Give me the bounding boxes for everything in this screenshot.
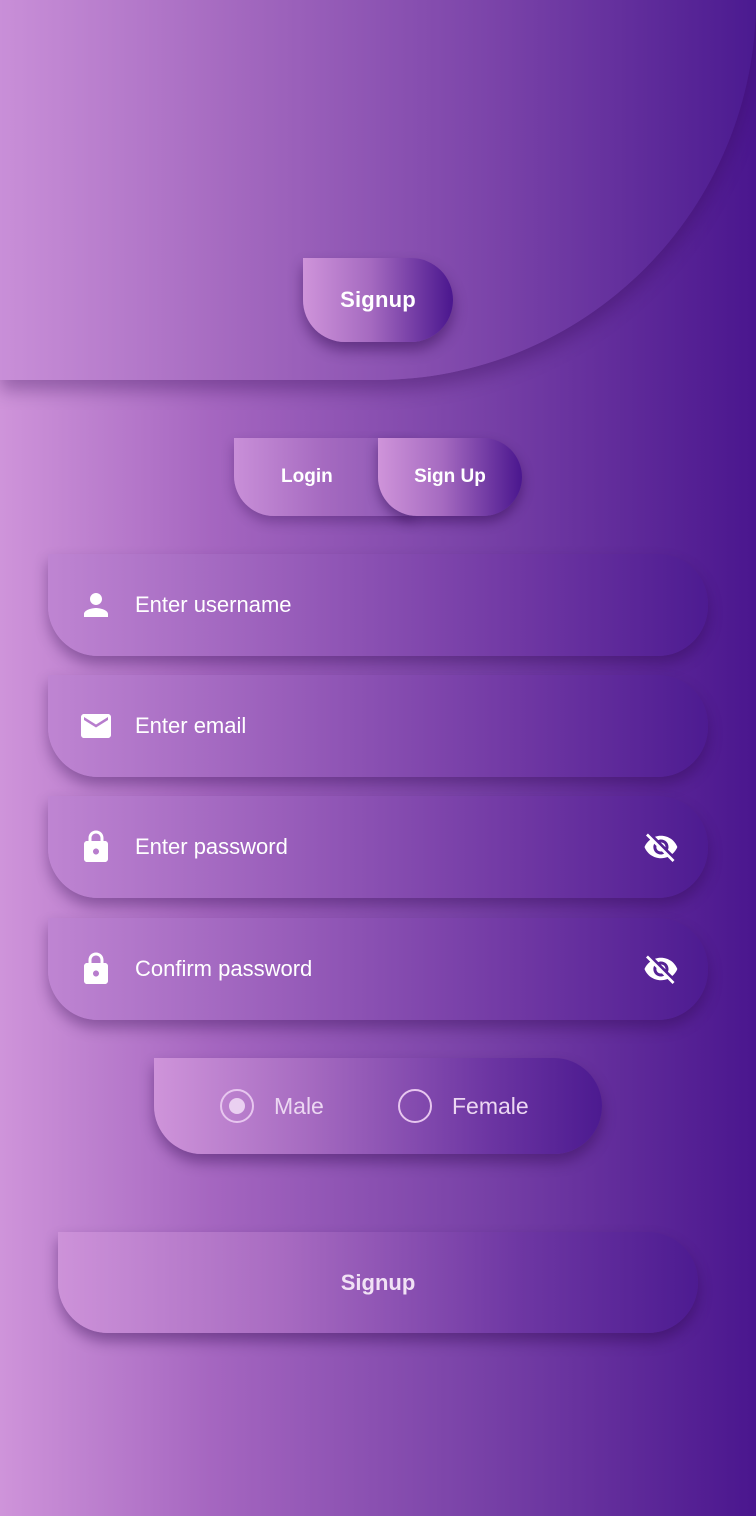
gender-option-male[interactable]: Male xyxy=(220,1058,324,1154)
password-field xyxy=(48,796,708,898)
lock-icon xyxy=(84,830,108,862)
email-input[interactable] xyxy=(135,675,615,777)
tab-signup[interactable]: Sign Up xyxy=(378,438,522,516)
eye-off-icon[interactable] xyxy=(640,951,682,987)
signup-submit-label: Signup xyxy=(340,1269,416,1295)
tab-login-label: Login xyxy=(281,466,333,487)
auth-tab-group: Login Sign Up xyxy=(234,438,522,516)
gender-label-female: Female xyxy=(452,1092,529,1119)
password-input[interactable] xyxy=(135,796,615,898)
gender-label-male: Male xyxy=(274,1092,324,1119)
confirm-password-field xyxy=(48,918,708,1020)
radio-female[interactable] xyxy=(398,1089,432,1123)
username-input[interactable] xyxy=(135,554,615,656)
tab-signup-label: Sign Up xyxy=(414,466,486,487)
email-field xyxy=(48,675,708,777)
header-signup-button[interactable]: Signup xyxy=(303,258,453,342)
gender-selector: Male Female xyxy=(154,1058,602,1154)
eye-off-icon[interactable] xyxy=(640,829,682,865)
radio-male[interactable] xyxy=(220,1089,254,1123)
gender-option-female[interactable]: Female xyxy=(398,1058,529,1154)
mail-icon xyxy=(81,714,111,738)
confirm-password-input[interactable] xyxy=(135,918,615,1020)
lock-icon xyxy=(84,952,108,984)
username-field xyxy=(48,554,708,656)
signup-submit-button[interactable]: Signup xyxy=(58,1232,698,1333)
header-signup-label: Signup xyxy=(340,287,416,312)
person-icon xyxy=(84,593,108,617)
